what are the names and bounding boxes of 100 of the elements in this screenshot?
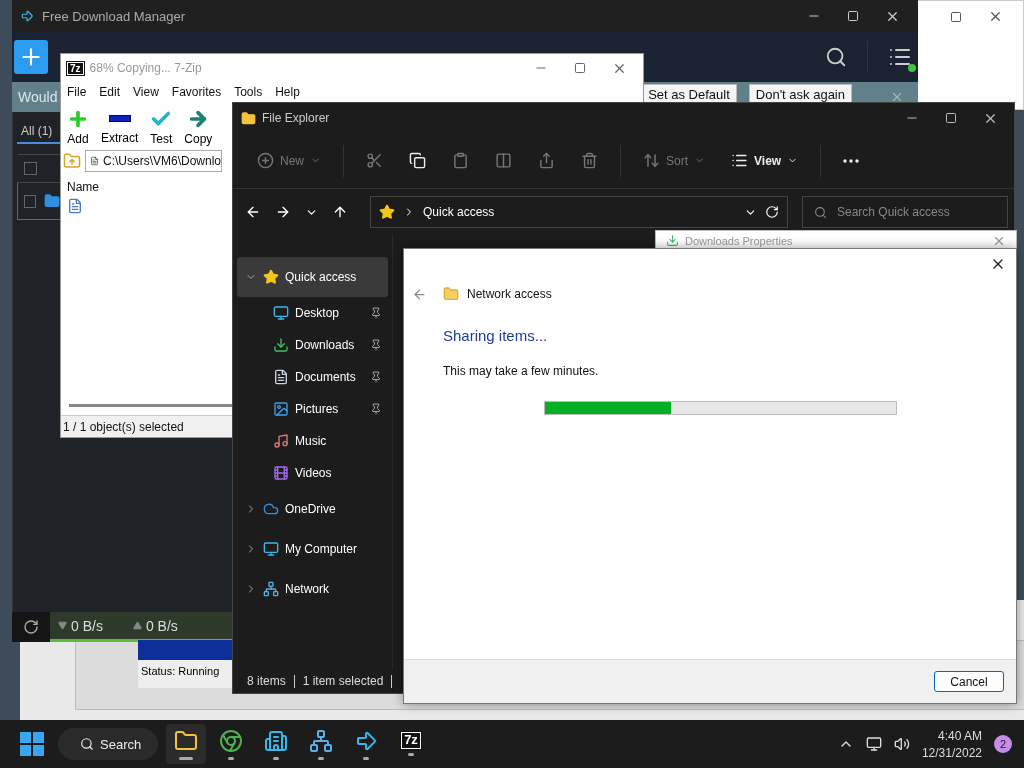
cancel-button[interactable]: Cancel (934, 671, 1004, 692)
menu-item[interactable]: Favorites (171, 85, 222, 99)
window-title: Downloads Properties (685, 234, 793, 247)
status-text: 8 items (247, 674, 286, 688)
path-field[interactable]: C:\Users\VM6\Downlo (85, 150, 222, 172)
search-icon (80, 737, 94, 751)
nav-item[interactable]: Documents (237, 361, 388, 393)
menu-item[interactable]: File (67, 85, 87, 99)
pin-icon (370, 307, 382, 319)
folder-icon (43, 192, 60, 210)
upload-speed: 0 B/s (145, 617, 178, 634)
close-icon[interactable] (988, 9, 1003, 24)
music-icon (273, 433, 289, 449)
close-icon[interactable] (890, 90, 904, 104)
nav-item[interactable]: Quick access (237, 257, 388, 297)
dialog-title: Network access (467, 287, 552, 301)
window-title: Free Download Manager (42, 8, 186, 24)
nav-item[interactable]: My Computer (237, 529, 388, 569)
toolbar-button[interactable]: Copy (184, 108, 213, 146)
share-icon (538, 152, 555, 169)
app-logo-icon (20, 9, 34, 23)
forward-icon[interactable] (275, 204, 291, 220)
sort-icon (643, 152, 660, 169)
file-icon (67, 198, 83, 214)
banner-button[interactable]: Don't ask again (748, 84, 852, 102)
picture-icon (273, 401, 289, 417)
clock[interactable]: 4:40 AM 12/31/2022 (921, 728, 982, 760)
notification-text: Would (18, 89, 58, 105)
folder-icon (174, 728, 198, 753)
taskbar-app[interactable]: 7z (391, 724, 431, 764)
download-speed: 0 B/s (71, 617, 103, 634)
app-logo: 7z (401, 732, 421, 749)
archive-icon (90, 154, 99, 168)
taskbar-app[interactable] (166, 724, 206, 764)
desktop-icon (273, 305, 289, 321)
nav-item[interactable]: Pictures (237, 393, 388, 425)
banner-button[interactable]: Set as Default (641, 84, 737, 102)
nav-item[interactable]: OneDrive (237, 489, 388, 529)
down-triangle-icon (58, 621, 67, 630)
up-icon[interactable] (332, 204, 348, 220)
star-icon (263, 269, 279, 285)
plus-icon (67, 108, 89, 130)
notification-badge[interactable]: 2 (994, 735, 1012, 753)
menu-item[interactable]: View (133, 85, 159, 99)
status-dot (908, 64, 916, 72)
app-logo: 7z (67, 61, 84, 75)
address-bar[interactable]: Quick access (370, 196, 788, 228)
refresh-icon[interactable] (765, 205, 779, 219)
search-button[interactable]: Search (58, 728, 158, 760)
search-icon (814, 206, 827, 219)
checkbox[interactable] (24, 161, 37, 175)
toolbar-button[interactable]: Test (150, 108, 173, 146)
dialog-message: This may take a few minutes. (443, 364, 600, 378)
maximize-icon[interactable] (950, 10, 962, 23)
document-icon (273, 369, 289, 385)
toolbar-button[interactable]: Add (67, 108, 89, 146)
trash-icon (581, 152, 598, 169)
video-icon (273, 465, 289, 481)
nav-item[interactable]: Downloads (237, 329, 388, 361)
download-icon (666, 234, 679, 247)
status-text: 1 / 1 object(s) selected (63, 419, 184, 434)
monitor-icon (263, 541, 279, 557)
nav-item[interactable]: Desktop (237, 297, 388, 329)
window-title: File Explorer (262, 111, 330, 125)
scissors-icon (366, 152, 383, 169)
minus-icon (108, 115, 131, 122)
status-text: 1 item selected (302, 674, 384, 688)
clipboard-icon (452, 152, 469, 169)
start-icon[interactable] (20, 732, 44, 756)
maximize-icon[interactable] (574, 62, 586, 74)
status-text: Status: Running (140, 664, 221, 679)
menu-item[interactable]: Edit (99, 85, 121, 99)
copy-icon (409, 152, 426, 169)
download-icon (273, 337, 289, 353)
folder-icon (241, 110, 256, 126)
maximize-icon[interactable] (945, 112, 957, 124)
volume-icon[interactable] (893, 736, 910, 752)
building-icon (264, 728, 288, 753)
menu-item[interactable]: Tools (234, 85, 263, 99)
nav-item[interactable]: Music (237, 425, 388, 457)
search-icon[interactable] (825, 46, 847, 68)
nav-item[interactable]: Videos (237, 457, 388, 489)
back-icon[interactable] (245, 204, 261, 220)
plus-circle-icon (257, 152, 274, 169)
search-field[interactable]: Search Quick access (802, 196, 1008, 228)
star-icon (379, 204, 395, 220)
rename-icon (495, 152, 512, 169)
checkbox[interactable] (24, 194, 36, 208)
nav-item[interactable]: Network (237, 569, 388, 609)
browser-icon (219, 728, 243, 753)
cloud-icon (263, 501, 279, 517)
up-triangle-icon (132, 621, 142, 630)
window-title: 68% Copying... 7-Zip (89, 61, 202, 75)
add-button[interactable] (14, 40, 48, 74)
toolbar-button[interactable]: Extract (101, 108, 139, 146)
pin-icon (370, 339, 382, 351)
view-button[interactable]: View (721, 146, 809, 175)
menu-item[interactable]: Help (275, 85, 300, 99)
pin-icon (370, 371, 382, 383)
list-icon (731, 152, 749, 169)
